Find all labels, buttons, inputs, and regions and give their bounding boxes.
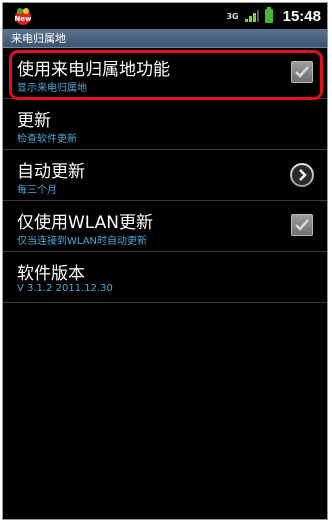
setting-subtitle: 仅当连接到WLAN时自动更新 xyxy=(17,236,148,247)
title-bar: 来电归属地 xyxy=(3,29,327,48)
setting-title: 仅使用WLAN更新 xyxy=(17,213,154,233)
checkmark-icon xyxy=(295,66,309,78)
setting-wlan-only[interactable]: 仅使用WLAN更新 仅当连接到WLAN时自动更新 xyxy=(3,201,327,252)
settings-list: 使用来电归属地功能 显示来电归属地 更新 检查软件更新 自动更新 每三个月 仅使… xyxy=(3,48,327,303)
setting-update[interactable]: 更新 检查软件更新 xyxy=(3,99,327,150)
status-clock: 15:48 xyxy=(282,7,321,25)
phone-screen: New 3G 15:48 来电归属地 使用来电归属地功能 显示来电归属地 更新 … xyxy=(2,2,328,520)
app-badge-text: New xyxy=(14,15,32,23)
setting-title: 更新 xyxy=(17,111,51,131)
network-type-indicator: 3G xyxy=(226,11,239,21)
status-bar: New 3G 15:48 xyxy=(3,3,327,29)
chevron-glyph xyxy=(292,165,312,185)
setting-title: 软件版本 xyxy=(17,264,85,284)
setting-subtitle: 检查软件更新 xyxy=(17,134,77,145)
chevron-right-icon[interactable] xyxy=(290,163,314,187)
setting-use-caller-location[interactable]: 使用来电归属地功能 显示来电归属地 xyxy=(3,48,327,99)
caller-location-checkbox[interactable] xyxy=(291,61,313,83)
checkmark-icon xyxy=(295,219,309,231)
setting-auto-update[interactable]: 自动更新 每三个月 xyxy=(3,150,327,201)
setting-software-version[interactable]: 软件版本 V 3.1.2 2011.12.30 xyxy=(3,252,327,303)
setting-subtitle: 显示来电归属地 xyxy=(17,83,87,94)
page-title: 来电归属地 xyxy=(11,32,66,45)
wlan-only-checkbox[interactable] xyxy=(291,214,313,236)
setting-title: 使用来电归属地功能 xyxy=(17,60,170,80)
battery-icon xyxy=(264,7,273,23)
signal-strength-icon xyxy=(244,10,259,22)
app-notification-icon: New xyxy=(14,8,32,25)
setting-subtitle: 每三个月 xyxy=(17,185,57,196)
setting-subtitle: V 3.1.2 2011.12.30 xyxy=(17,283,113,294)
setting-title: 自动更新 xyxy=(17,162,85,182)
